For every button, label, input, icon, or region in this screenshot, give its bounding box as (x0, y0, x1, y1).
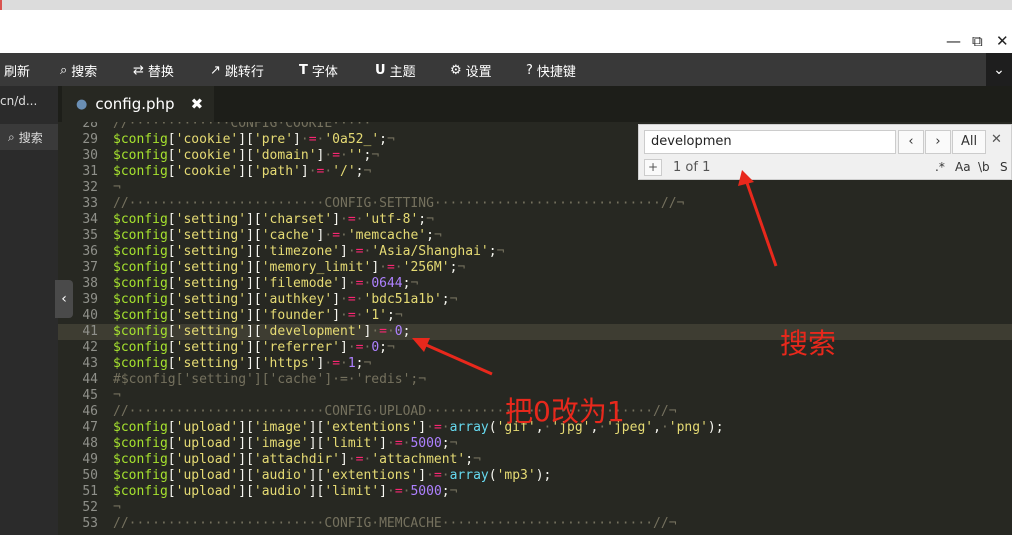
search-annotation: 搜索 (780, 327, 837, 360)
annotation-arrows (412, 170, 778, 376)
change-arrow-shaft (423, 342, 493, 376)
search-arrow-head (738, 170, 754, 186)
change-annotation: 把0改为1 (505, 395, 625, 428)
search-arrow-shaft (744, 179, 778, 267)
